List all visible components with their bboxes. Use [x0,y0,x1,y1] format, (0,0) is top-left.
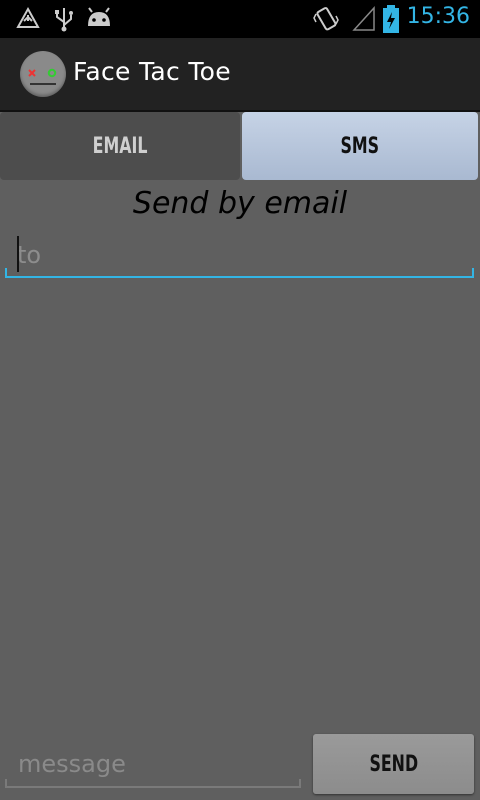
page-title: Send by email [132,186,348,221]
message-field[interactable] [5,740,301,788]
battery-charging-icon [382,4,400,38]
field-edge-right [299,779,301,786]
vibrate-icon [313,6,339,36]
signal-icon [352,6,376,36]
tab-sms[interactable]: SMS [242,112,478,180]
app-title: Face Tac Toe [73,57,231,86]
android-debug-icon [84,6,114,34]
field-edge-right [472,268,474,276]
field-edge-left [5,268,7,276]
action-bar: Face Tac Toe [0,38,480,112]
send-button[interactable]: SEND [313,734,474,794]
to-input[interactable] [17,236,457,274]
tab-sms-label: SMS [340,133,380,159]
app-face-icon[interactable] [20,51,66,97]
message-input[interactable] [18,746,288,782]
tab-email-label: EMAIL [92,133,148,159]
text-cursor [17,236,19,272]
warning-icon [16,6,40,34]
field-edge-left [5,779,7,786]
tab-email[interactable]: EMAIL [0,112,240,180]
send-button-label: SEND [369,751,418,777]
to-field[interactable] [5,232,474,278]
usb-icon [52,6,76,36]
status-bar: 15:36 [0,0,480,38]
clock: 15:36 [406,4,470,29]
